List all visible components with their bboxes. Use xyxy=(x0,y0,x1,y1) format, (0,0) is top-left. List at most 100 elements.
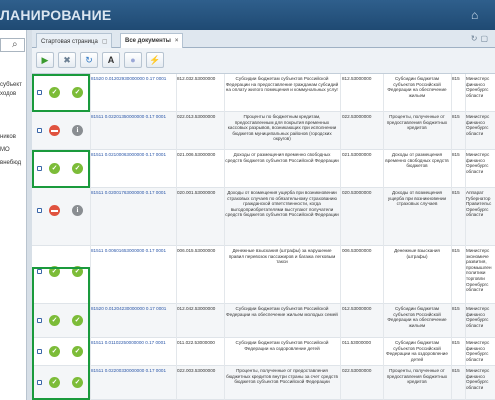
code-number: 815 xyxy=(452,152,460,157)
description-short: Проценты, полученные от предоставления б… xyxy=(386,114,448,131)
tab-tools: ↻▢ xyxy=(471,34,491,43)
kbk: 006.015.53000000 xyxy=(177,248,216,253)
check-icon[interactable]: ✓ xyxy=(49,346,60,357)
table-row[interactable]: ✓ ✓ 81520 0.01202930000000 0.17 0001 812… xyxy=(32,74,495,112)
refresh-icon[interactable]: ↻ xyxy=(471,34,481,43)
sidebar-item[interactable]: ходов xyxy=(0,91,16,97)
description-short: Доходы от возмещения ущерба при возникно… xyxy=(387,190,447,207)
check-icon[interactable]: ✓ xyxy=(72,266,83,277)
check-icon[interactable]: ✓ xyxy=(49,315,60,326)
sidebar-item[interactable]: субъект xyxy=(0,82,22,88)
tab-all-documents[interactable]: Все документы × xyxy=(120,33,184,49)
filter-a-icon: A xyxy=(107,55,115,65)
tab-start-page[interactable]: Стартовая страница ▢ xyxy=(36,33,113,48)
play-icon: ▶ xyxy=(41,55,49,65)
trash-icon: ✖ xyxy=(63,55,71,65)
doc-code[interactable]: 81511 0.02100063000000 0.17 0001 xyxy=(91,152,177,158)
table-row[interactable]: ✓ ✓ 81511 0.00601653000000 0.17 0001 006… xyxy=(32,246,495,304)
check-icon[interactable]: ✓ xyxy=(72,315,83,326)
table-row[interactable]: ✓ ✓ 81511 0.02200330000000 0.17 0001 022… xyxy=(32,366,495,400)
kbk-short: 021.53000000 xyxy=(342,152,372,157)
description-short: Субсидии бюджетам субъектов Российской Ф… xyxy=(386,340,448,362)
description: Проценты, полученные от предоставления б… xyxy=(226,368,338,385)
row-checkbox[interactable] xyxy=(37,90,42,95)
sidebar-item[interactable]: ников xyxy=(0,134,16,140)
row-checkbox[interactable] xyxy=(37,208,42,213)
check-icon[interactable]: ✓ xyxy=(49,163,60,174)
record-button[interactable]: ● xyxy=(124,52,142,68)
reject-icon[interactable] xyxy=(49,125,60,136)
row-checkbox[interactable] xyxy=(37,349,42,354)
doc-code[interactable]: 81511 0.00601653000000 0.17 0001 xyxy=(91,248,177,254)
check-icon[interactable]: ✓ xyxy=(72,346,83,357)
check-icon[interactable]: ✓ xyxy=(49,377,60,388)
code-number: 815 xyxy=(452,190,460,195)
organization: Аппарат Губернатор Правительс Оренбургс … xyxy=(466,190,492,218)
organization: Министерс финансо Оренбургс области xyxy=(466,152,490,174)
close-icon[interactable]: × xyxy=(175,38,179,44)
reject-icon[interactable] xyxy=(49,205,60,216)
row-checkbox[interactable] xyxy=(37,128,42,133)
tab-bar: Стартовая страница ▢ Все документы × ↻▢ xyxy=(32,30,495,49)
description: Субсидии бюджетам субъектов Российской Ф… xyxy=(235,340,329,351)
execute-button[interactable]: ⚡ xyxy=(146,52,164,68)
code-number: 815 xyxy=(452,368,460,373)
main-panel: Стартовая страница ▢ Все документы × ↻▢ ▶ … xyxy=(32,30,495,400)
doc-code[interactable]: 81511 0.02201350000000 0.17 0001 xyxy=(91,114,177,120)
organization: Министерс финансо Оренбургс области xyxy=(466,368,490,390)
column-divider xyxy=(465,74,466,400)
description: Доходы от размещения временно свободных … xyxy=(225,152,339,163)
description-short: Денежные взыскания (штрафы) xyxy=(394,248,440,259)
doc-code[interactable]: 81520 0.01202930000000 0.17 0001 xyxy=(91,76,177,82)
documents-grid: ✓ ✓ 81520 0.01202930000000 0.17 0001 812… xyxy=(32,74,495,400)
play-button[interactable]: ▶ xyxy=(36,52,54,68)
table-row[interactable]: ✓ ✓ 81520 0.01204230000000 0.17 0001 012… xyxy=(32,304,495,338)
info-icon[interactable]: i xyxy=(72,125,83,136)
column-divider xyxy=(176,74,177,400)
description-short: Субсидии бюджетам субъектов Российской Ф… xyxy=(387,76,447,98)
check-icon[interactable]: ✓ xyxy=(72,87,83,98)
code-number: 815 xyxy=(452,248,460,253)
doc-code[interactable]: 81511 0.02001763000000 0.17 0001 xyxy=(91,190,177,196)
kbk: 021.006.53000000 xyxy=(177,152,216,157)
row-checkbox[interactable] xyxy=(37,380,42,385)
description: Субсидии бюджетам субъектов Российской Ф… xyxy=(226,306,338,317)
delete-button[interactable]: ✖ xyxy=(58,52,76,68)
tab-label: Стартовая страница xyxy=(41,39,98,45)
check-icon[interactable]: ✓ xyxy=(72,377,83,388)
column-divider xyxy=(383,74,384,400)
column-divider xyxy=(90,74,91,400)
lightning-icon: ⚡ xyxy=(149,55,161,65)
check-icon[interactable]: ✓ xyxy=(49,87,60,98)
table-row[interactable]: i 81511 0.02001763000000 0.17 0001 020.0… xyxy=(32,188,495,246)
row-checkbox[interactable] xyxy=(37,166,42,171)
kbk: 011.022.53000000 xyxy=(177,340,215,345)
info-icon[interactable]: i xyxy=(72,205,83,216)
description-short: Доходы от размещения временно свободных … xyxy=(385,152,449,169)
check-icon[interactable]: ✓ xyxy=(49,266,60,277)
sidebar-item[interactable]: внебюд xyxy=(0,160,21,166)
search-icon: ⌕ xyxy=(12,39,18,50)
doc-code[interactable]: 81520 0.01204230000000 0.17 0001 xyxy=(91,306,177,312)
doc-code[interactable]: 81511 0.02200330000000 0.17 0001 xyxy=(91,368,177,374)
check-icon[interactable]: ✓ xyxy=(72,163,83,174)
filter-button[interactable]: A xyxy=(102,52,120,68)
table-row[interactable]: ✓ ✓ 81511 0.02100063000000 0.17 0001 021… xyxy=(32,150,495,188)
close-icon[interactable]: ▢ xyxy=(102,39,108,45)
refresh-button[interactable]: ↻ xyxy=(80,52,98,68)
kbk-short: 812.53000000 xyxy=(342,76,372,81)
sidebar-search-input[interactable]: ⌕ xyxy=(0,38,25,52)
table-row[interactable]: ✓ ✓ 81511 0.01102250000000 0.17 0001 011… xyxy=(32,338,495,366)
sidebar-item[interactable]: МО xyxy=(0,147,10,153)
row-checkbox[interactable] xyxy=(37,318,42,323)
description: Субсидии бюджетам субъектов Российской Ф… xyxy=(225,76,339,93)
kbk: 022.013.53000000 xyxy=(177,114,216,119)
doc-code[interactable]: 81511 0.01102250000000 0.17 0001 xyxy=(91,340,177,346)
maximize-icon[interactable]: ▢ xyxy=(480,34,491,43)
home-icon[interactable]: ⌂ xyxy=(471,8,485,22)
kbk-short: 020.53000000 xyxy=(342,190,372,195)
tab-label: Все документы xyxy=(125,38,171,44)
table-row[interactable]: i 81511 0.02201350000000 0.17 0001 022.0… xyxy=(32,112,495,150)
row-checkbox[interactable] xyxy=(37,269,42,274)
app-title: ЛАНИРОВАНИЕ xyxy=(0,7,112,23)
